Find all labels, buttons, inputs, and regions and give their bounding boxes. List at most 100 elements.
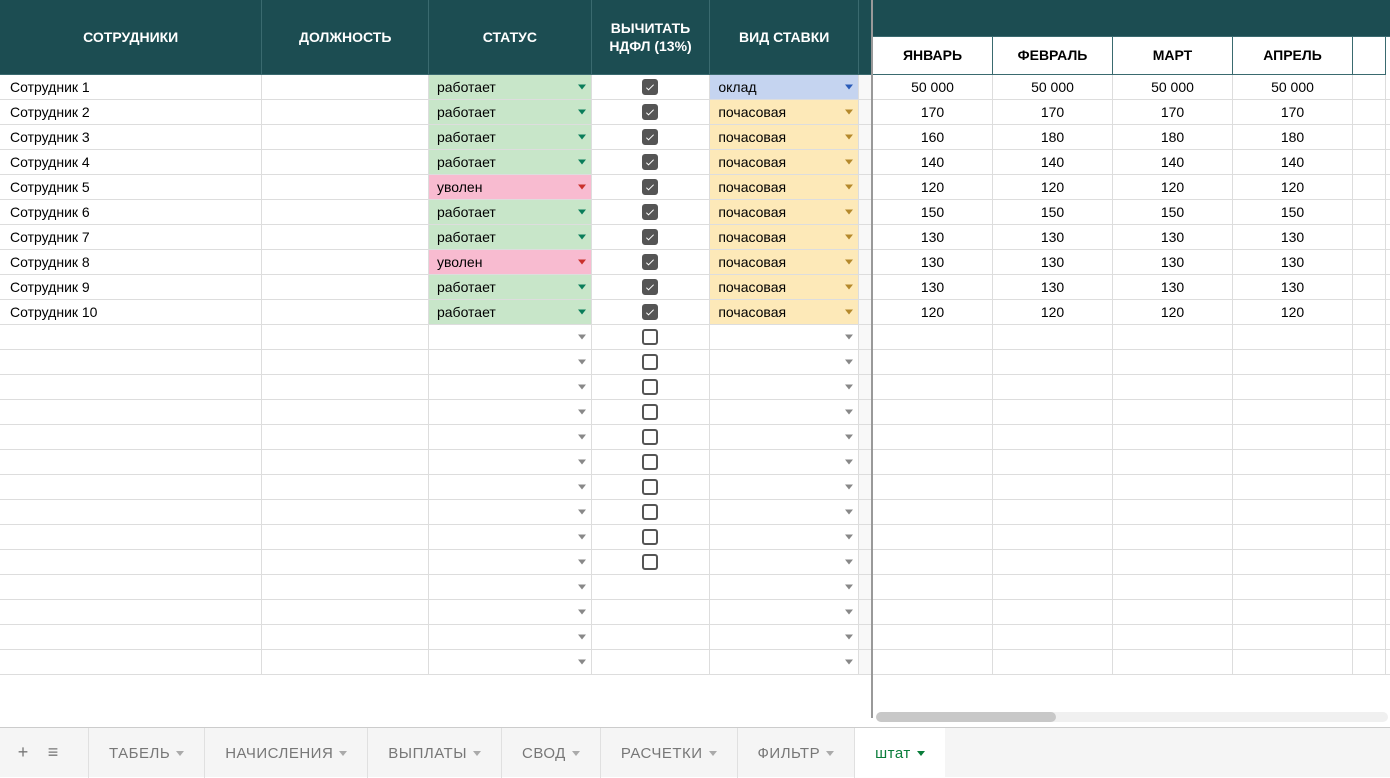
value-cell[interactable]	[993, 475, 1113, 499]
status-dropdown[interactable]	[429, 425, 592, 449]
ndfl-checkbox-cell[interactable]	[592, 500, 711, 524]
add-sheet-icon[interactable]: +	[8, 738, 38, 768]
value-cell[interactable]: 150	[1233, 200, 1353, 224]
value-cell[interactable]	[1353, 450, 1386, 474]
checkbox-icon[interactable]	[642, 79, 658, 95]
checkbox-icon[interactable]	[642, 104, 658, 120]
checkbox-icon[interactable]	[642, 329, 658, 345]
position-cell[interactable]	[262, 600, 429, 624]
status-dropdown[interactable]	[429, 475, 592, 499]
ndfl-checkbox-cell[interactable]	[592, 450, 711, 474]
sheet-tab[interactable]: СВОД	[501, 728, 600, 778]
value-cell[interactable]	[1113, 575, 1233, 599]
value-cell[interactable]: 140	[873, 150, 993, 174]
value-cell[interactable]	[873, 600, 993, 624]
value-cell[interactable]	[1233, 425, 1353, 449]
status-dropdown[interactable]	[429, 550, 592, 574]
ndfl-checkbox-cell[interactable]	[592, 200, 711, 224]
value-cell[interactable]: 120	[873, 300, 993, 324]
employee-cell[interactable]	[0, 575, 262, 599]
value-cell[interactable]: 150	[873, 200, 993, 224]
value-cell[interactable]	[993, 325, 1113, 349]
employee-cell[interactable]: Сотрудник 7	[0, 225, 262, 249]
checkbox-icon[interactable]	[642, 354, 658, 370]
value-cell[interactable]	[873, 625, 993, 649]
value-cell[interactable]	[1113, 550, 1233, 574]
checkbox-icon[interactable]	[642, 229, 658, 245]
position-cell[interactable]	[262, 150, 429, 174]
value-cell[interactable]	[1353, 225, 1386, 249]
value-cell[interactable]	[1233, 475, 1353, 499]
employee-cell[interactable]: Сотрудник 4	[0, 150, 262, 174]
rate-dropdown[interactable]	[710, 600, 859, 624]
employee-cell[interactable]	[0, 425, 262, 449]
status-dropdown[interactable]: работает	[429, 275, 592, 299]
value-cell[interactable]: 170	[1113, 100, 1233, 124]
ndfl-checkbox-cell[interactable]	[592, 600, 711, 624]
value-cell[interactable]	[1233, 650, 1353, 674]
checkbox-icon[interactable]	[642, 154, 658, 170]
value-cell[interactable]: 50 000	[993, 75, 1113, 99]
value-cell[interactable]	[1113, 600, 1233, 624]
status-dropdown[interactable]: работает	[429, 200, 592, 224]
value-cell[interactable]	[1233, 375, 1353, 399]
employee-cell[interactable]	[0, 475, 262, 499]
value-cell[interactable]	[873, 550, 993, 574]
value-cell[interactable]	[1233, 550, 1353, 574]
employee-cell[interactable]: Сотрудник 8	[0, 250, 262, 274]
employee-cell[interactable]: Сотрудник 5	[0, 175, 262, 199]
ndfl-checkbox-cell[interactable]	[592, 350, 711, 374]
value-cell[interactable]	[873, 350, 993, 374]
employee-cell[interactable]	[0, 450, 262, 474]
value-cell[interactable]	[1113, 425, 1233, 449]
value-cell[interactable]	[1233, 325, 1353, 349]
ndfl-checkbox-cell[interactable]	[592, 275, 711, 299]
value-cell[interactable]	[993, 350, 1113, 374]
checkbox-icon[interactable]	[642, 554, 658, 570]
position-cell[interactable]	[262, 400, 429, 424]
value-cell[interactable]	[1353, 475, 1386, 499]
horizontal-scrollbar[interactable]	[876, 712, 1388, 722]
position-cell[interactable]	[262, 75, 429, 99]
rate-dropdown[interactable]: почасовая	[710, 100, 859, 124]
value-cell[interactable]	[1353, 625, 1386, 649]
sheet-tab[interactable]: ВЫПЛАТЫ	[367, 728, 501, 778]
value-cell[interactable]	[1353, 425, 1386, 449]
status-dropdown[interactable]	[429, 600, 592, 624]
status-dropdown[interactable]	[429, 450, 592, 474]
employee-cell[interactable]: Сотрудник 6	[0, 200, 262, 224]
scrollbar-thumb[interactable]	[876, 712, 1056, 722]
rate-dropdown[interactable]	[710, 350, 859, 374]
sheet-tab[interactable]: ТАБЕЛЬ	[88, 728, 204, 778]
value-cell[interactable]: 140	[993, 150, 1113, 174]
employee-cell[interactable]	[0, 500, 262, 524]
value-cell[interactable]	[873, 325, 993, 349]
value-cell[interactable]: 140	[1113, 150, 1233, 174]
ndfl-checkbox-cell[interactable]	[592, 100, 711, 124]
employee-cell[interactable]	[0, 550, 262, 574]
value-cell[interactable]	[1113, 400, 1233, 424]
value-cell[interactable]: 120	[1233, 175, 1353, 199]
checkbox-icon[interactable]	[642, 479, 658, 495]
value-cell[interactable]: 170	[993, 100, 1113, 124]
value-cell[interactable]: 120	[1233, 300, 1353, 324]
rate-dropdown[interactable]	[710, 500, 859, 524]
employee-cell[interactable]	[0, 525, 262, 549]
rate-dropdown[interactable]	[710, 550, 859, 574]
value-cell[interactable]: 50 000	[1113, 75, 1233, 99]
employee-cell[interactable]: Сотрудник 9	[0, 275, 262, 299]
ndfl-checkbox-cell[interactable]	[592, 525, 711, 549]
rate-dropdown[interactable]	[710, 525, 859, 549]
position-cell[interactable]	[262, 275, 429, 299]
checkbox-icon[interactable]	[642, 304, 658, 320]
value-cell[interactable]: 130	[1233, 275, 1353, 299]
value-cell[interactable]: 180	[1233, 125, 1353, 149]
value-cell[interactable]	[1353, 575, 1386, 599]
value-cell[interactable]: 140	[1233, 150, 1353, 174]
ndfl-checkbox-cell[interactable]	[592, 375, 711, 399]
status-dropdown[interactable]	[429, 375, 592, 399]
value-cell[interactable]	[1353, 325, 1386, 349]
status-dropdown[interactable]: уволен	[429, 250, 592, 274]
value-cell[interactable]: 120	[873, 175, 993, 199]
checkbox-icon[interactable]	[642, 404, 658, 420]
